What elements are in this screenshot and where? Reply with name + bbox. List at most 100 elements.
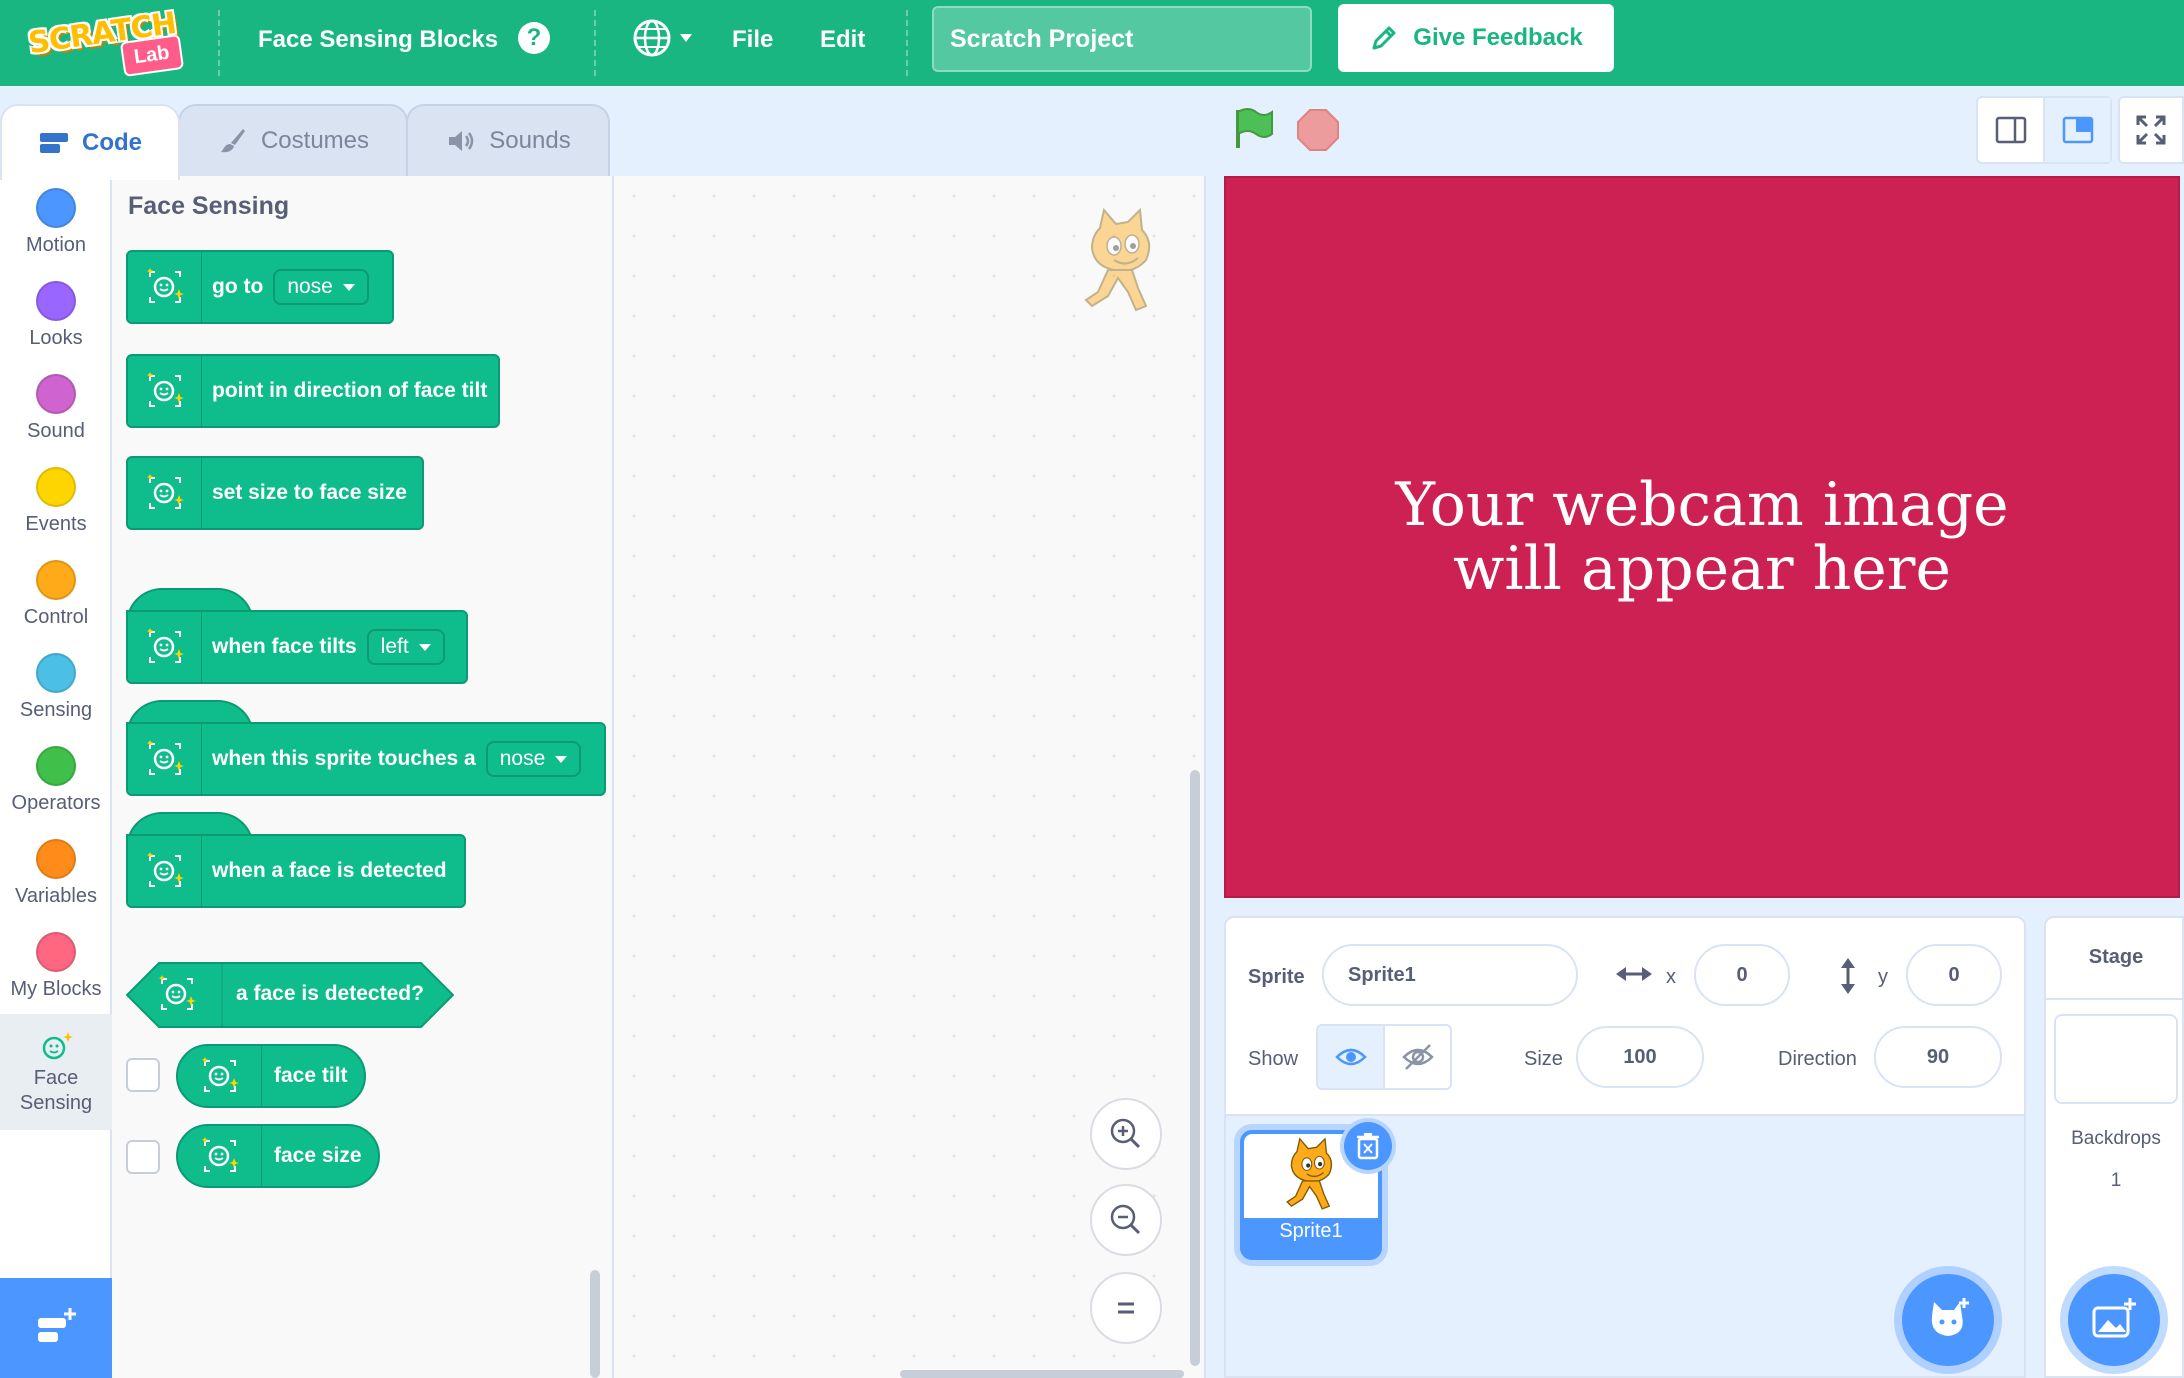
category-control[interactable]: Control [0,560,112,629]
face-sensing-icon [128,612,202,682]
choose-backdrop-button[interactable] [2068,1274,2160,1366]
add-extension-button[interactable] [0,1278,112,1378]
menu-title: Face Sensing Blocks [258,26,499,53]
block-text: when face tilts [212,635,357,658]
category-label: Sound [27,420,85,442]
dropdown-value: nose [499,747,546,770]
globe-icon [633,19,692,57]
project-title-input[interactable]: Scratch Project [932,6,1312,72]
category-dot [36,653,76,693]
small-stage-icon [1995,116,2026,144]
direction-input[interactable]: 90 [1874,1026,2002,1088]
category-dot [36,374,76,414]
scratch-lab-logo[interactable]: SCRATCH Lab [18,6,218,80]
fullscreen-icon [2136,115,2166,145]
sprite-label: Sprite [1248,966,1305,988]
stop-button[interactable] [1296,108,1340,157]
category-operators[interactable]: Operators [0,746,112,815]
category-sound[interactable]: Sound [0,374,112,443]
stage-canvas[interactable]: Your webcam image will appear here [1224,176,2180,898]
block-text: face tilt [274,1064,348,1087]
fullscreen-button[interactable] [2118,96,2184,164]
category-variables[interactable]: Variables [0,839,112,908]
block-when-sprite-touches[interactable]: when this sprite touches a nose [126,722,606,796]
give-feedback-label: Give Feedback [1413,24,1583,51]
category-dot [36,188,76,228]
block-when-face-detected[interactable]: when a face is detected [126,834,466,908]
face-sensing-icon [178,1046,262,1106]
tab-sounds-label: Sounds [489,127,571,154]
category-events[interactable]: Events [0,467,112,536]
give-feedback-button[interactable]: Give Feedback [1338,4,1614,72]
block-dropdown[interactable]: left [366,629,445,665]
zoom-in-icon [1110,1118,1141,1149]
size-input[interactable]: 100 [1576,1026,1704,1088]
delete-sprite-button[interactable] [1340,1118,1396,1174]
face-sensing-icon [128,724,202,794]
zoom-in-button[interactable] [1090,1098,1162,1170]
eye-icon [1334,1048,1367,1066]
sprite-info-panel: Sprite Sprite1 x 0 y 0 Show Size 100 Dir… [1224,916,2026,1116]
block-dropdown[interactable]: nose [485,741,582,777]
block-text: point in direction of face tilt [212,379,488,402]
edit-menu[interactable]: Edit [820,26,865,54]
target-divider [2046,998,2184,1000]
block-face-tilt[interactable]: face tilt [176,1044,366,1108]
category-label: Variables [15,885,97,907]
help-icon[interactable]: ? [518,22,550,54]
block-set-size[interactable]: set size to face size [126,456,424,530]
choose-sprite-button[interactable] [1902,1274,1994,1366]
hide-sprite-button[interactable] [1385,1026,1450,1088]
block-when-face-tilts[interactable]: when face tilts left [126,610,468,684]
block-dropdown[interactable]: nose [273,269,369,305]
stage-target-title: Stage [2088,946,2144,968]
workspace-horizontal-scrollbar[interactable] [900,1370,1184,1378]
palette-scrollbar[interactable] [590,1270,600,1378]
y-input[interactable]: 0 [1906,944,2002,1006]
x-input[interactable]: 0 [1694,944,1790,1006]
category-looks[interactable]: Looks [0,281,112,350]
large-stage-icon [2062,116,2093,144]
green-flag-button[interactable] [1230,104,1278,157]
show-sprite-button[interactable] [1318,1026,1385,1088]
block-go-to[interactable]: go to nose [126,250,394,324]
face-sensing-icon [128,458,202,528]
block-text: set size to face size [212,481,407,504]
menu-bar: SCRATCH Lab Face Sensing Blocks ? File E… [0,0,2184,86]
workspace-vertical-scrollbar[interactable] [1190,770,1200,1366]
block-text: go to [212,275,264,298]
zoom-reset-button[interactable] [1090,1272,1162,1344]
category-label: Sensing [19,699,93,721]
monitor-checkbox-face-size[interactable] [126,1140,160,1174]
large-stage-button[interactable] [2043,98,2110,162]
backdrops-count: 1 [2110,1170,2122,1191]
cat-sprite-icon [1286,1137,1333,1210]
face-sensing-icon [128,252,202,322]
sprite-name-input[interactable]: Sprite1 [1322,944,1578,1006]
language-menu[interactable] [630,16,710,60]
block-face-is-detected[interactable]: a face is detected? [126,962,454,1028]
file-menu[interactable]: File [732,26,773,54]
show-label: Show [1248,1048,1299,1070]
block-face-size[interactable]: face size [176,1124,380,1188]
monitor-checkbox-face-tilt[interactable] [126,1058,160,1092]
category-sensing[interactable]: Sensing [0,653,112,722]
tab-costumes[interactable]: Costumes [178,104,408,176]
category-motion[interactable]: Motion [0,188,112,257]
stage-size-toggle [1976,96,2112,164]
tab-code[interactable]: Code [0,104,180,180]
y-label: y [1878,966,1888,988]
visibility-toggle [1316,1024,1452,1090]
add-sprite-cat-icon [1931,1298,1969,1336]
sprite-tile-name: Sprite1 [1279,1220,1343,1242]
block-text: when a face is detected [212,859,447,882]
block-text: face size [274,1144,362,1167]
block-point-in-direction[interactable]: point in direction of face tilt [126,354,500,428]
block-text: when this sprite touches a [212,747,476,770]
category-my-blocks[interactable]: My Blocks [0,932,112,1001]
tab-sounds[interactable]: Sounds [406,104,610,176]
zoom-out-button[interactable] [1090,1184,1162,1256]
category-face-sensing[interactable]: Face Sensing [0,1014,112,1130]
equals-icon [1118,1302,1134,1314]
small-stage-button[interactable] [1978,98,2043,162]
